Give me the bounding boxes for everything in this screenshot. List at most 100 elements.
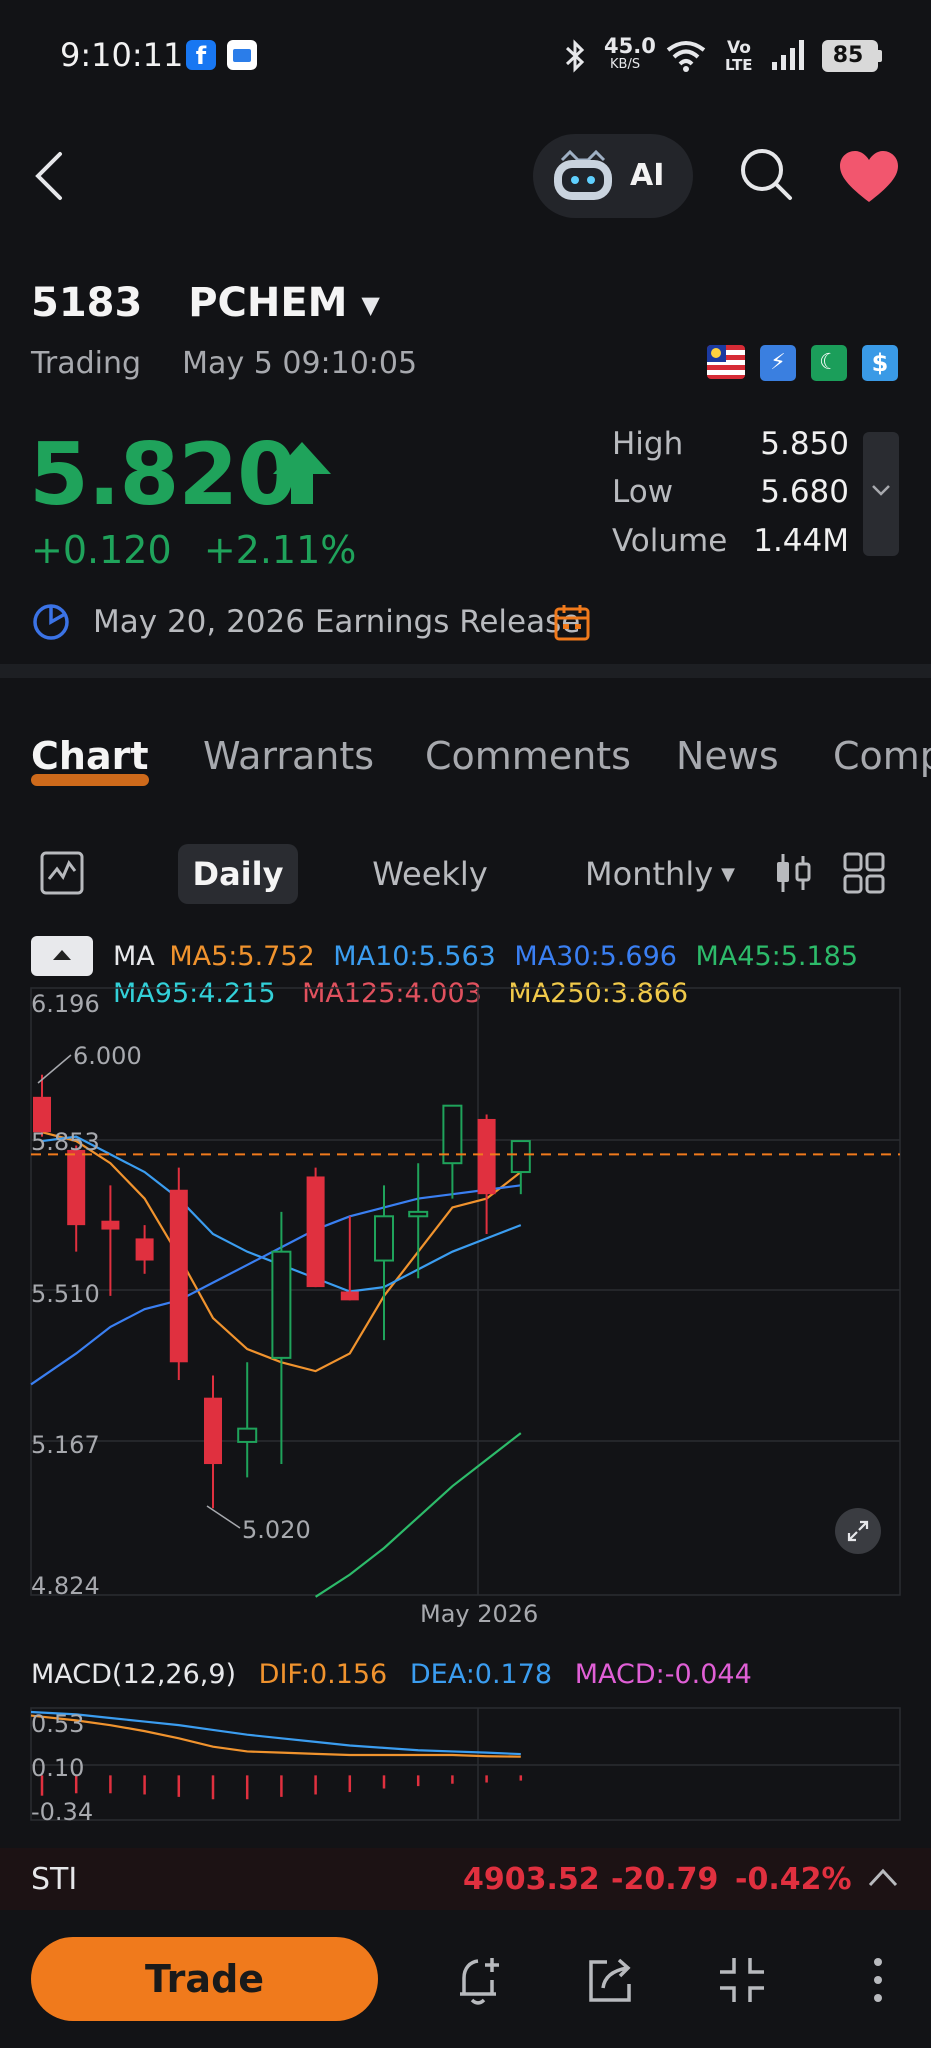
price-up-arrow-icon — [273, 442, 331, 504]
market-status-line: Trading May 5 09:10:05 — [31, 346, 417, 381]
macd-y-tick-2: 0.10 — [31, 1754, 85, 1782]
price-change: +0.120 — [31, 528, 172, 572]
candle — [101, 1185, 120, 1296]
malaysia-flag-icon — [707, 345, 745, 379]
candle — [477, 1114, 496, 1234]
macd-dif: DIF:0.156 — [258, 1659, 388, 1690]
stock-name: PCHEM — [188, 280, 348, 326]
x-axis-label: May 2026 — [420, 1600, 539, 1628]
y-tick-2: 5.853 — [31, 1128, 100, 1156]
caret-down-icon: ▼ — [721, 863, 735, 885]
price-change-pct: +2.11% — [203, 528, 357, 572]
y-tick-1: 6.196 — [31, 990, 100, 1018]
ai-label: AI — [630, 158, 665, 193]
margin-badge-icon: ⚡ — [760, 345, 796, 381]
grid-layout-icon[interactable] — [843, 852, 885, 894]
bluetooth-icon — [565, 39, 585, 73]
candlestick-type-icon[interactable] — [773, 852, 813, 894]
quote-datetime: May 5 09:10:05 — [182, 346, 418, 381]
robot-icon — [554, 149, 612, 200]
candle — [340, 1216, 359, 1301]
y-tick-5: 4.824 — [31, 1572, 100, 1600]
mail-app-icon — [227, 40, 257, 70]
macd-value: MACD:-0.044 — [574, 1659, 752, 1690]
market-status: Trading — [31, 346, 142, 381]
expand-stats-button[interactable] — [863, 432, 899, 556]
macd-y-tick-1: 0.53 — [31, 1710, 85, 1738]
period-monthly-button[interactable]: Monthly ▼ — [580, 844, 740, 904]
tab-company[interactable]: Comp — [833, 734, 931, 778]
candle — [442, 1104, 463, 1199]
index-value: 4903.52 — [463, 1862, 600, 1897]
battery-icon: 85 — [822, 40, 882, 72]
high-label: High — [612, 426, 684, 462]
high-annotation: 6.000 — [73, 1042, 142, 1070]
low-value: 5.680 — [760, 474, 849, 510]
tab-warrants[interactable]: Warrants — [203, 734, 374, 778]
last-price: 5.820 — [29, 425, 297, 525]
earnings-release[interactable]: May 20, 2026 Earnings Release — [93, 604, 580, 640]
index-change: -20.79 — [611, 1862, 719, 1897]
index-change-pct: -0.42% — [735, 1862, 852, 1897]
shariah-badge-icon: ☾ — [811, 345, 847, 381]
high-value: 5.850 — [760, 426, 849, 462]
favorite-heart-icon[interactable] — [838, 150, 900, 204]
candle — [135, 1225, 154, 1274]
candle — [67, 1145, 86, 1252]
indicator-settings-icon[interactable] — [40, 851, 84, 895]
status-bar: 9:10:11 f 45.0 KB/S Vo LTE 85 — [0, 0, 931, 110]
index-name: STI — [31, 1862, 78, 1897]
macd-legend: MACD(12,26,9) DIF:0.156 DEA:0.178 MACD:-… — [31, 1659, 752, 1690]
volte-bottom: LTE — [725, 56, 753, 74]
net-speed-value: 45.0 — [604, 34, 656, 58]
more-options-icon[interactable] — [848, 1950, 908, 2010]
stock-title[interactable]: 5183 PCHEM ▼ — [31, 280, 380, 326]
period-weekly-button[interactable]: Weekly — [368, 844, 492, 904]
tab-news[interactable]: News — [676, 734, 779, 778]
net-speed-unit: KB/S — [610, 57, 641, 72]
candle — [204, 1375, 222, 1509]
period-daily-button[interactable]: Daily — [178, 844, 298, 904]
ma45-line — [315, 1432, 522, 1598]
earnings-pie-icon — [33, 604, 69, 640]
low-label: Low — [612, 474, 674, 510]
section-divider — [0, 664, 931, 678]
compress-icon[interactable] — [712, 1950, 772, 2010]
fullscreen-button[interactable] — [835, 1508, 881, 1554]
volte-top: Vo — [727, 38, 751, 58]
search-icon[interactable] — [738, 146, 794, 202]
macd-chart[interactable] — [0, 1700, 931, 1830]
calendar-icon[interactable] — [553, 602, 591, 642]
macd-y-tick-3: -0.34 — [31, 1798, 94, 1826]
chevron-down-icon — [872, 485, 890, 496]
chevron-up-icon[interactable] — [867, 1866, 899, 1888]
status-time: 9:10:11 — [60, 36, 184, 74]
macd-dea: DEA:0.178 — [409, 1659, 553, 1690]
volume-label: Volume — [612, 523, 728, 559]
volume-value: 1.44M — [753, 523, 849, 559]
trade-button[interactable]: Trade — [31, 1937, 378, 2021]
signal-icon — [772, 40, 804, 70]
stock-code: 5183 — [31, 280, 143, 326]
wifi-icon — [666, 41, 706, 72]
macd-dea-line — [30, 1710, 521, 1756]
macd-title: MACD(12,26,9) — [31, 1659, 237, 1690]
share-icon[interactable] — [581, 1950, 641, 2010]
facebook-icon: f — [186, 40, 216, 70]
back-icon[interactable] — [30, 148, 70, 204]
y-tick-3: 5.510 — [31, 1280, 100, 1308]
tab-comments[interactable]: Comments — [425, 734, 631, 778]
low-annotation: 5.020 — [242, 1516, 311, 1544]
caret-down-icon: ▼ — [361, 291, 380, 319]
period-monthly-label: Monthly — [585, 855, 714, 893]
price-change-line: +0.120 +2.11% — [31, 528, 356, 572]
candle — [306, 1167, 325, 1288]
tab-chart[interactable]: Chart — [31, 734, 149, 778]
expand-icon — [847, 1520, 869, 1542]
candle — [169, 1167, 188, 1380]
y-tick-4: 5.167 — [31, 1431, 100, 1459]
dividend-badge-icon: $ — [862, 345, 898, 381]
battery-level: 85 — [832, 43, 864, 68]
alert-bell-icon[interactable] — [450, 1950, 510, 2010]
candle — [237, 1362, 258, 1478]
